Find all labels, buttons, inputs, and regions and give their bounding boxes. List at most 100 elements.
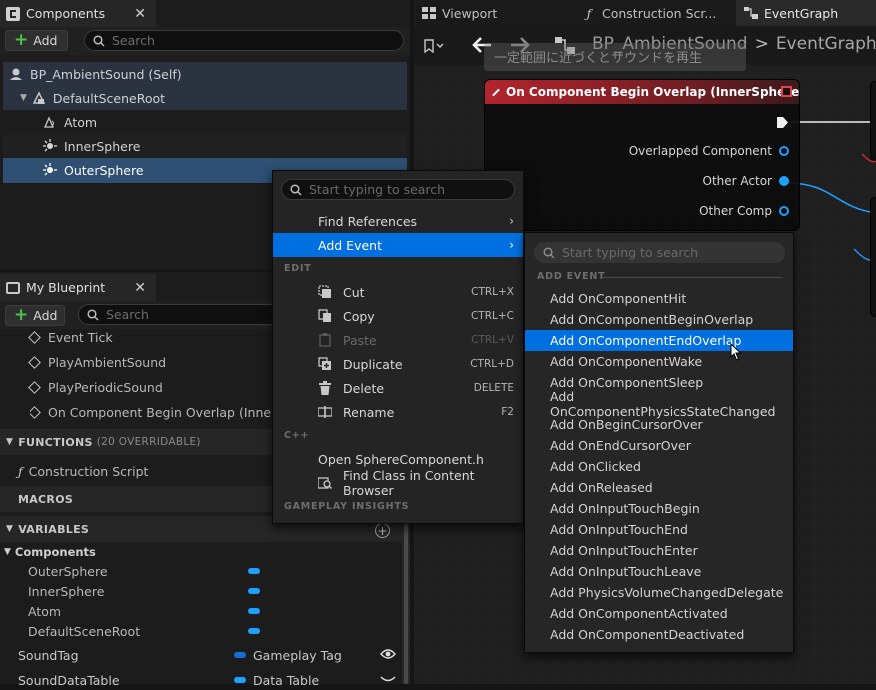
- variable-row[interactable]: OuterSphere: [28, 561, 268, 581]
- search-icon: [87, 308, 99, 321]
- menu-label: Find Class in Content Browser: [343, 468, 475, 498]
- menu-item-rename[interactable]: Rename F2: [273, 400, 523, 424]
- submenu-item[interactable]: Add OnEndCursorOver: [525, 435, 793, 456]
- submenu-item[interactable]: Add OnComponentWake: [525, 351, 793, 372]
- tree-item-outer-sphere[interactable]: OuterSphere: [42, 158, 144, 182]
- components-title: Components: [26, 6, 106, 21]
- components-search-input[interactable]: Search: [84, 30, 404, 51]
- submenu-item[interactable]: Add PhysicsVolumeChangedDelegate: [525, 582, 793, 603]
- event-label: On Component Begin Overlap (InnerSph: [48, 404, 272, 420]
- search-icon: [290, 183, 302, 196]
- event-node-title: On Component Begin Overlap (InnerSphere): [506, 85, 800, 99]
- event-item[interactable]: PlayAmbientSound: [28, 352, 270, 372]
- menu-item-find-class[interactable]: Find Class in Content Browser: [273, 468, 523, 498]
- submenu-item[interactable]: Add OnComponentPhysicsStateChanged: [525, 389, 793, 419]
- close-icon[interactable]: ✕: [134, 6, 146, 22]
- event-node[interactable]: On Component Begin Overlap (InnerSphere)…: [484, 79, 800, 231]
- expand-arrow-icon: ▼: [6, 524, 14, 534]
- submenu-item[interactable]: Add OnComponentBeginOverlap: [525, 309, 793, 330]
- construction-script-item[interactable]: ƒ Construction Script: [18, 461, 148, 481]
- tree-item-atom[interactable]: Atom: [42, 110, 97, 134]
- offscreen-node[interactable]: [870, 81, 876, 161]
- submenu-item[interactable]: Add OnComponentActivated: [525, 603, 793, 624]
- menu-shortcut: CTRL+C: [470, 310, 514, 322]
- variables-section[interactable]: ▼ VARIABLES: [6, 516, 89, 542]
- functions-label: FUNCTIONS: [18, 435, 93, 449]
- menu-item-add-event[interactable]: Add Event ›: [273, 233, 523, 257]
- submenu-item[interactable]: Add OnReleased: [525, 477, 793, 498]
- event-item[interactable]: On Component Begin Overlap (InnerSph: [30, 402, 272, 422]
- close-icon[interactable]: ✕: [134, 280, 146, 296]
- event-item[interactable]: PlayPeriodicSound: [28, 377, 270, 397]
- my-blueprint-title: My Blueprint: [26, 280, 106, 295]
- context-menu: Start typing to search Find References ›…: [272, 170, 524, 524]
- paste-icon: [317, 332, 333, 348]
- tab-event-graph[interactable]: EventGraph: [736, 0, 876, 26]
- menu-item-duplicate[interactable]: Duplicate CTRL+D: [273, 352, 523, 376]
- variable-row[interactable]: DefaultSceneRoot: [28, 621, 268, 641]
- tree-item-default-scene-root[interactable]: ▼ DefaultSceneRoot: [20, 86, 165, 110]
- components-tab[interactable]: Components ✕: [0, 0, 156, 27]
- my-blueprint-tab[interactable]: My Blueprint ✕: [0, 274, 156, 301]
- menu-shortcut: DELETE: [473, 382, 514, 394]
- functions-section[interactable]: ▼ FUNCTIONS (20 OVERRIDABLE): [6, 429, 201, 455]
- scrollbar[interactable]: [404, 520, 408, 684]
- submenu-item[interactable]: Add OnBeginCursorOver: [525, 414, 793, 435]
- submenu-item-label: Add OnComponentDeactivated: [550, 627, 745, 642]
- eye-icon[interactable]: [380, 648, 396, 660]
- submenu-item-label: Add OnComponentEndOverlap: [550, 333, 742, 348]
- search-icon: [93, 34, 105, 47]
- pin-label: Other Actor: [702, 174, 772, 188]
- submenu-item[interactable]: Add OnInputTouchEnter: [525, 540, 793, 561]
- event-label: PlayPeriodicSound: [48, 379, 163, 395]
- menu-item-delete[interactable]: Delete DELETE: [273, 376, 523, 400]
- pin-overlapped-component[interactable]: Overlapped Component: [629, 144, 789, 158]
- add-blueprint-button[interactable]: + Add: [5, 305, 65, 326]
- offscreen-node[interactable]: [870, 197, 876, 317]
- tree-item-inner-sphere[interactable]: InnerSphere: [42, 134, 140, 158]
- submenu-item[interactable]: Add OnInputTouchLeave: [525, 561, 793, 582]
- submenu-item[interactable]: Add OnClicked: [525, 456, 793, 477]
- tab-construction-script[interactable]: ƒ Construction Scr...: [574, 0, 736, 26]
- submenu-search-input[interactable]: Start typing to search: [534, 242, 785, 263]
- menu-item-copy[interactable]: Copy CTRL+C: [273, 304, 523, 328]
- menu-item-find-references[interactable]: Find References ›: [273, 209, 523, 233]
- variable-row-sound-tag[interactable]: SoundTag Gameplay Tag: [18, 645, 398, 665]
- submenu-item[interactable]: Add OnInputTouchBegin: [525, 498, 793, 519]
- macros-label: MACROS: [18, 492, 74, 506]
- submenu-item[interactable]: Add OnComponentHit: [525, 288, 793, 309]
- macros-section[interactable]: MACROS: [18, 486, 73, 512]
- object-pin-icon: [779, 176, 789, 186]
- submenu-item[interactable]: Add OnComponentDeactivated: [525, 624, 793, 645]
- submenu-item[interactable]: Add OnComponentEndOverlap: [525, 330, 793, 351]
- event-item[interactable]: Event Tick: [28, 328, 270, 346]
- submenu-item[interactable]: Add OnInputTouchEnd: [525, 519, 793, 540]
- atom-icon: [42, 114, 58, 130]
- components-category[interactable]: ▼ Components: [4, 542, 96, 562]
- context-search-input[interactable]: Start typing to search: [281, 179, 515, 200]
- variable-row[interactable]: Atom: [28, 601, 268, 621]
- variable-row[interactable]: InnerSphere: [28, 581, 268, 601]
- submenu-item-label: Add OnComponentHit: [550, 291, 687, 306]
- variable-row-sound-data-table[interactable]: SoundDataTable Data Table: [18, 670, 398, 690]
- pin-other-actor[interactable]: Other Actor: [703, 174, 789, 188]
- tab-viewport[interactable]: Viewport: [414, 0, 574, 26]
- functions-count: (20 OVERRIDABLE): [96, 436, 201, 448]
- tree-item-self[interactable]: BP_AmbientSound (Self): [8, 62, 182, 86]
- eye-closed-icon[interactable]: [380, 674, 396, 684]
- pin-other-comp[interactable]: Other Comp: [699, 204, 789, 218]
- submenu-item-label: Add OnEndCursorOver: [550, 438, 691, 453]
- add-variable-icon[interactable]: +: [375, 523, 390, 538]
- add-event-header: ADD EVENT: [537, 271, 606, 282]
- event-diamond-icon: [28, 330, 41, 344]
- exec-pin-icon[interactable]: [776, 116, 789, 129]
- submenu-item-label: Add OnInputTouchEnd: [550, 522, 688, 537]
- delegate-pin-icon[interactable]: [781, 86, 792, 97]
- add-component-button[interactable]: + Add: [5, 30, 68, 51]
- event-diamond-icon: [492, 88, 500, 96]
- menu-item-paste: Paste CTRL+V: [273, 328, 523, 352]
- menu-item-cut[interactable]: Cut CTRL+X: [273, 280, 523, 304]
- event-node-header[interactable]: On Component Begin Overlap (InnerSphere): [485, 80, 799, 104]
- submenu-item-label: Add OnBeginCursorOver: [550, 417, 703, 432]
- chevron-right-icon: ›: [509, 238, 514, 252]
